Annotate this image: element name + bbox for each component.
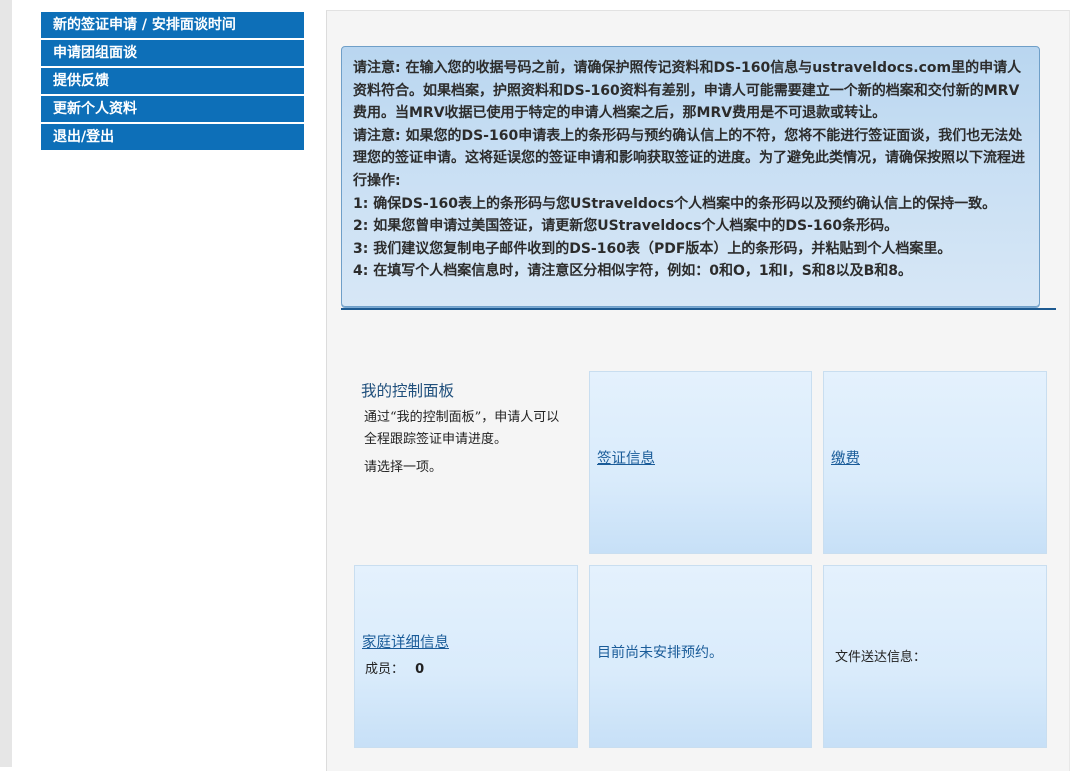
family-details-link[interactable]: 家庭详细信息 — [362, 631, 449, 652]
notice-box: 请注意: 在输入您的收据号码之前，请确保护照传记资料和DS-160信息与ustr… — [341, 46, 1040, 307]
sidebar-item-new-application[interactable]: 新的签证申请 / 安排面谈时间 — [41, 12, 304, 39]
members-row: 成员： 0 — [365, 658, 424, 677]
notice-divider — [341, 308, 1056, 310]
sidebar-item-sign-out[interactable]: 退出/登出 — [41, 124, 304, 151]
notice-step-1: 1: 确保DS-160表上的条形码与您UStraveldocs个人档案中的条形码… — [353, 195, 997, 212]
main-content: 请注意: 在输入您的收据号码之前，请确保护照传记资料和DS-160信息与ustr… — [326, 10, 1070, 771]
notice-paragraph-mrv: 请注意: 在输入您的收据号码之前，请确保护照传记资料和DS-160信息与ustr… — [353, 60, 1022, 122]
notice-step-2: 2: 如果您曾申请过美国签证，请更新您UStraveldocs个人档案中的DS-… — [353, 218, 899, 235]
payment-link[interactable]: 缴费 — [831, 447, 860, 468]
left-edge-strip — [0, 0, 12, 767]
appointment-status: 目前尚未安排预约。 — [597, 645, 723, 661]
tile-payment[interactable]: 缴费 — [823, 371, 1047, 554]
document-delivery-label: 文件送达信息： — [835, 650, 927, 665]
sidebar-item-feedback[interactable]: 提供反馈 — [41, 68, 304, 95]
tile-family-details[interactable]: 家庭详细信息 成员： 0 — [354, 565, 578, 748]
tile-appointment[interactable]: 目前尚未安排预约。 — [589, 565, 812, 748]
members-count: 0 — [415, 662, 425, 677]
notice-step-4: 4: 在填写个人档案信息时，请注意区分相似字符，例如：0和O，1和I，S和8以及… — [353, 263, 913, 280]
tile-document-delivery[interactable]: 文件送达信息： — [823, 565, 1047, 748]
dashboard-prompt: 请选择一项。 — [364, 460, 443, 475]
dashboard-title: 我的控制面板 — [361, 382, 455, 400]
notice-paragraph-barcode: 请注意: 如果您的DS-160申请表上的条形码与预约确认信上的不符，您将不能进行… — [353, 127, 1025, 189]
dashboard-description: 通过“我的控制面板”，申请人可以全程跟踪签证申请进度。 — [364, 410, 560, 447]
visa-info-link[interactable]: 签证信息 — [597, 447, 655, 468]
tile-visa-info[interactable]: 签证信息 — [589, 371, 812, 554]
notice-step-3: 3: 我们建议您复制电子邮件收到的DS-160表（PDF版本）上的条形码，并粘贴… — [353, 240, 952, 257]
sidebar-nav: 新的签证申请 / 安排面谈时间 申请团组面谈 提供反馈 更新个人资料 退出/登出 — [41, 12, 304, 152]
members-label: 成员： — [365, 662, 405, 677]
sidebar-item-update-profile[interactable]: 更新个人资料 — [41, 96, 304, 123]
sidebar-item-group-interview[interactable]: 申请团组面谈 — [41, 40, 304, 67]
